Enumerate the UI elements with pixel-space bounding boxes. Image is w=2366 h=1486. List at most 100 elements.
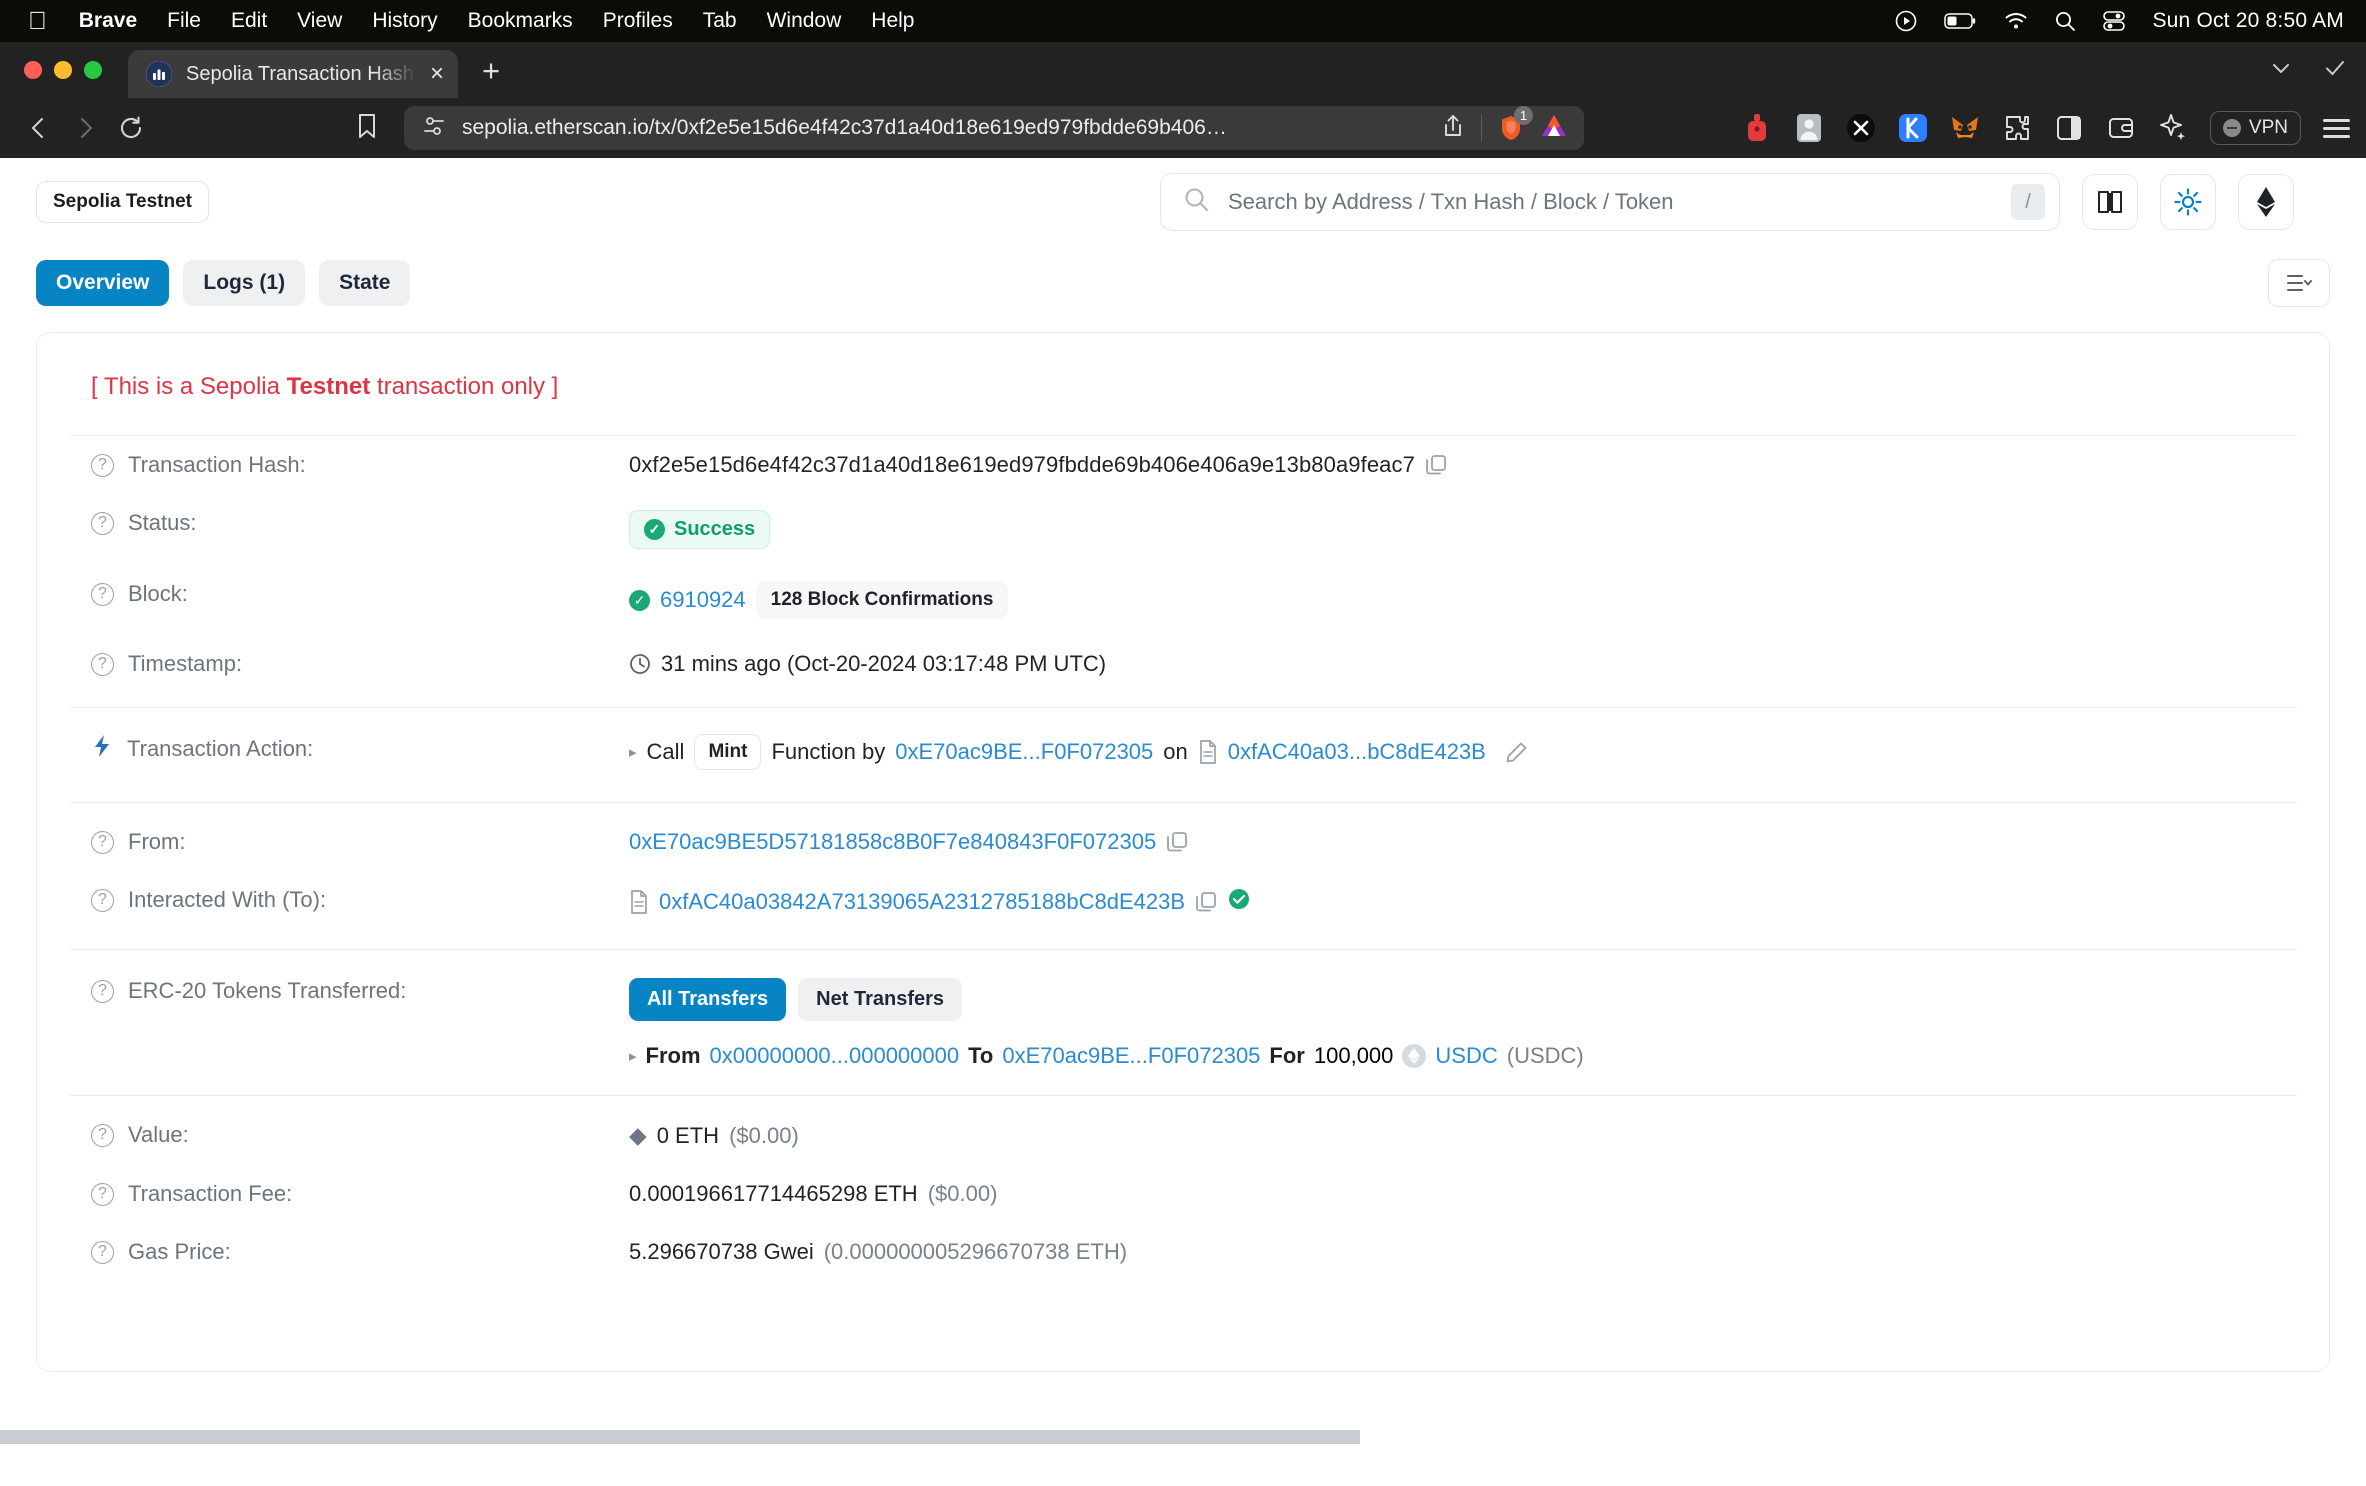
- menu-history[interactable]: History: [372, 9, 437, 33]
- tab-logs[interactable]: Logs (1): [183, 260, 306, 306]
- new-tab-button[interactable]: +: [482, 55, 500, 86]
- value-transaction-hash: 0xf2e5e15d6e4f42c37d1a40d18e619ed979fbdd…: [629, 452, 1447, 478]
- help-icon[interactable]: ?: [91, 453, 114, 477]
- tabstrip-right-controls: [2268, 55, 2348, 86]
- value-usd: ($0.00): [729, 1122, 799, 1148]
- ethereum-icon[interactable]: [2238, 174, 2294, 230]
- window-controls: [24, 61, 102, 79]
- bookmark-icon[interactable]: [354, 112, 380, 145]
- help-icon[interactable]: ?: [91, 979, 114, 1003]
- label-transaction-action: Transaction Action:: [69, 734, 629, 764]
- lock-icon[interactable]: [1742, 113, 1772, 143]
- browser-tab-etherscan[interactable]: Sepolia Transaction Hash (Tx ×: [128, 50, 458, 98]
- sun-theme-icon[interactable]: [2160, 174, 2216, 230]
- menu-profiles[interactable]: Profiles: [603, 9, 673, 33]
- help-icon[interactable]: ?: [91, 1182, 114, 1206]
- search-input[interactable]: Search by Address / Txn Hash / Block / T…: [1160, 173, 2060, 231]
- transfer-token-symbol[interactable]: USDC: [1435, 1043, 1497, 1069]
- expand-caret-icon[interactable]: ▸: [629, 1047, 637, 1065]
- maximize-window-button[interactable]: [84, 61, 102, 79]
- book-icon[interactable]: [2082, 174, 2138, 230]
- edit-pencil-icon[interactable]: [1506, 741, 1528, 763]
- help-icon[interactable]: ?: [91, 511, 114, 535]
- segment-net-transfers[interactable]: Net Transfers: [798, 978, 963, 1021]
- tab-state[interactable]: State: [319, 260, 411, 306]
- close-tab-button[interactable]: ×: [430, 62, 444, 86]
- menu-window[interactable]: Window: [767, 9, 842, 33]
- block-verified-icon: ✓: [629, 589, 650, 611]
- segment-all-transfers[interactable]: All Transfers: [629, 978, 787, 1021]
- contract-document-icon: [629, 890, 649, 914]
- action-caller-link[interactable]: 0xE70ac9BE...F0F072305: [895, 739, 1153, 765]
- testnet-notice-prefix: [ This is a Sepolia: [91, 373, 287, 400]
- chevron-down-icon[interactable]: [2268, 55, 2294, 86]
- help-icon[interactable]: ?: [91, 1123, 114, 1147]
- row-transaction-hash: ? Transaction Hash: 0xf2e5e15d6e4f42c37d…: [69, 436, 2297, 494]
- tab-overview[interactable]: Overview: [36, 260, 170, 306]
- forward-button[interactable]: [62, 115, 108, 141]
- action-contract-link[interactable]: 0xfAC40a03...bC8dE423B: [1228, 739, 1486, 765]
- testnet-notice-suffix: transaction only ]: [370, 373, 559, 400]
- menu-help[interactable]: Help: [871, 9, 914, 33]
- search-icon[interactable]: [2054, 10, 2076, 32]
- menu-brave[interactable]: Brave: [79, 9, 137, 33]
- menu-file[interactable]: File: [167, 9, 201, 33]
- horizontal-scrollbar[interactable]: [0, 1430, 1360, 1444]
- vpn-button[interactable]: VPN: [2209, 111, 2301, 145]
- menubar-clock[interactable]: Sun Oct 20 8:50 AM: [2152, 9, 2344, 33]
- leo-sparkle-icon[interactable]: [2158, 113, 2188, 143]
- minimize-window-button[interactable]: [54, 61, 72, 79]
- help-icon[interactable]: ?: [91, 830, 114, 854]
- metamask-fox-icon[interactable]: [1950, 113, 1980, 143]
- block-number-link[interactable]: 6910924: [660, 587, 746, 613]
- brave-shields-icon[interactable]: 1: [1498, 106, 1533, 142]
- address-bar[interactable]: sepolia.etherscan.io/tx/0xf2e5e15d6e4f42…: [404, 106, 1584, 150]
- help-icon[interactable]: ?: [91, 652, 114, 676]
- menu-edit[interactable]: Edit: [231, 9, 267, 33]
- x-icon[interactable]: [1846, 113, 1876, 143]
- gas-price-gwei: 5.296670738 Gwei: [629, 1239, 814, 1264]
- sidebar-icon[interactable]: [2054, 113, 2084, 143]
- site-settings-icon[interactable]: [422, 114, 446, 143]
- transfer-from-link[interactable]: 0x00000000...000000000: [710, 1043, 960, 1069]
- copy-icon[interactable]: [1166, 831, 1188, 853]
- help-icon[interactable]: ?: [91, 1240, 114, 1264]
- back-button[interactable]: [16, 115, 62, 141]
- from-address-link[interactable]: 0xE70ac9BE5D57181858c8B0F7e840843F0F0723…: [629, 829, 1156, 855]
- profile-icon[interactable]: [1794, 113, 1824, 143]
- check-icon: ✓: [644, 519, 665, 540]
- to-address-link[interactable]: 0xfAC40a03842A73139065A2312785188bC8dE42…: [659, 889, 1185, 915]
- share-icon[interactable]: [1441, 113, 1465, 144]
- fee-usd: ($0.00): [927, 1181, 998, 1206]
- menu-tab[interactable]: Tab: [703, 9, 737, 33]
- help-icon[interactable]: ?: [91, 888, 114, 912]
- brave-rewards-triangle-icon[interactable]: [1540, 113, 1568, 144]
- wallet-icon[interactable]: [2106, 113, 2136, 143]
- help-icon[interactable]: ?: [91, 582, 114, 606]
- screen-record-icon[interactable]: [1894, 9, 1918, 33]
- checkmark-icon[interactable]: [2322, 55, 2348, 86]
- close-window-button[interactable]: [24, 61, 42, 79]
- view-options-button[interactable]: [2268, 259, 2330, 307]
- battery-icon[interactable]: [1944, 11, 1978, 31]
- label-block: ? Block:: [69, 581, 629, 607]
- expand-caret-icon[interactable]: ▸: [629, 743, 637, 761]
- copy-icon[interactable]: [1195, 891, 1217, 913]
- apple-logo-icon[interactable]: : [28, 8, 47, 34]
- network-badge[interactable]: Sepolia Testnet: [36, 181, 210, 223]
- menu-bookmarks[interactable]: Bookmarks: [468, 9, 573, 33]
- browser-menu-button[interactable]: [2323, 118, 2350, 138]
- transfer-to-link[interactable]: 0xE70ac9BE...F0F072305: [1002, 1043, 1260, 1069]
- kalvium-k-icon[interactable]: [1898, 113, 1928, 143]
- wifi-icon[interactable]: [2004, 11, 2028, 31]
- lightning-icon: [91, 734, 113, 764]
- copy-icon[interactable]: [1425, 454, 1447, 476]
- reload-button[interactable]: [108, 114, 154, 142]
- transfer-for-word: For: [1269, 1043, 1305, 1068]
- clock-icon: [629, 653, 651, 675]
- menu-view[interactable]: View: [297, 9, 342, 33]
- control-center-icon[interactable]: [2102, 10, 2126, 32]
- value-status: ✓ Success: [629, 510, 771, 549]
- tab-strip: Sepolia Transaction Hash (Tx × +: [0, 42, 2366, 98]
- puzzle-piece-icon[interactable]: [2002, 113, 2032, 143]
